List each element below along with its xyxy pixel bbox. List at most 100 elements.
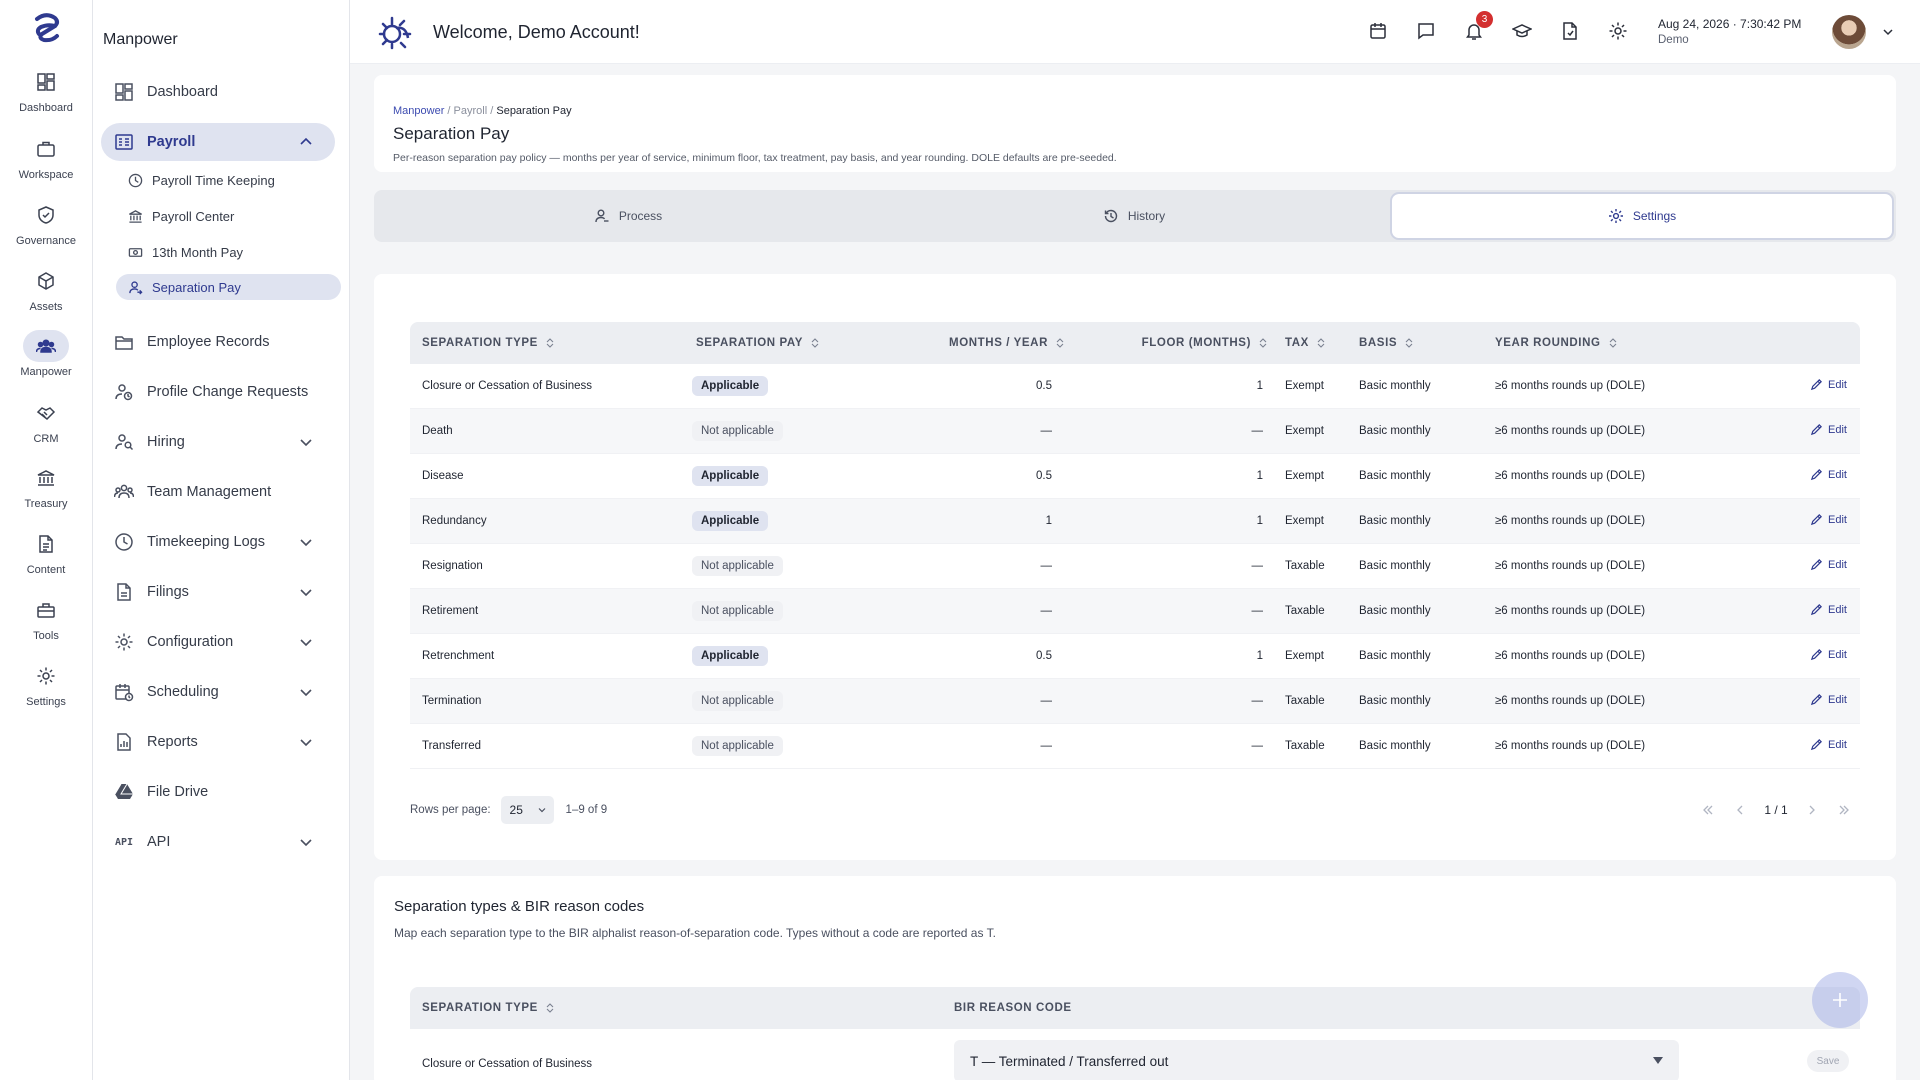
edit-button[interactable]: Edit	[1810, 468, 1847, 481]
page-subtitle: Per-reason separation pay policy — month…	[393, 152, 1117, 164]
rail-item-governance[interactable]: Governance	[0, 199, 92, 247]
edit-button[interactable]: Edit	[1810, 693, 1847, 706]
sidebar-item-profile-change-requests[interactable]: Profile Change Requests	[101, 373, 335, 411]
rail-item-label: Treasury	[24, 498, 68, 510]
sidebar-item-payroll[interactable]: Payroll	[101, 123, 335, 161]
sidebar-item-label: Profile Change Requests	[147, 384, 309, 400]
brand-logo-icon[interactable]	[378, 16, 412, 50]
bir-reason-code-select[interactable]: T — Terminated / Transferred out	[954, 1040, 1679, 1080]
column-header-separation-type[interactable]: SEPARATION TYPE	[410, 337, 684, 349]
edit-button[interactable]: Edit	[1810, 558, 1847, 571]
sidebar-item-reports[interactable]: Reports	[101, 723, 335, 761]
cell-floor-months: —	[1251, 560, 1264, 572]
sidebar-subitem-13th-month-pay[interactable]: 13th Month Pay	[116, 239, 341, 265]
column-header-separation-pay[interactable]: SEPARATION PAY	[684, 337, 874, 349]
edit-button[interactable]: Edit	[1810, 603, 1847, 616]
cell-floor-months: 1	[1256, 515, 1263, 527]
bir-section-subtitle: Map each separation type to the BIR alph…	[394, 926, 996, 940]
tab-settings[interactable]: Settings	[1392, 194, 1892, 238]
cell-basis: Basic monthly	[1359, 470, 1431, 482]
separation-pay-badge: Not applicable	[692, 736, 783, 756]
calendar-icon	[1370, 23, 1386, 39]
documents-button[interactable]	[1560, 21, 1582, 43]
rail-item-label: Dashboard	[19, 102, 73, 114]
sidebar-item-file-drive[interactable]: File Drive	[101, 773, 335, 811]
edit-button[interactable]: Edit	[1810, 738, 1847, 751]
previous-page-button[interactable]	[1724, 796, 1756, 824]
avatar[interactable]	[1832, 15, 1866, 49]
sidebar-item-label: Dashboard	[147, 84, 218, 100]
learning-button[interactable]	[1511, 21, 1534, 43]
rail-item-dashboard[interactable]: Dashboard	[0, 66, 92, 114]
column-header-basis[interactable]: BASIS	[1359, 337, 1495, 349]
column-header-year-rounding[interactable]: YEAR ROUNDING	[1495, 337, 1755, 349]
cash-icon	[126, 243, 144, 261]
rail-item-crm[interactable]: CRM	[0, 397, 92, 445]
rail-item-assets[interactable]: Assets	[0, 265, 92, 313]
edit-button[interactable]: Edit	[1810, 423, 1847, 436]
edit-button[interactable]: Edit	[1810, 648, 1847, 661]
column-header-separation-type[interactable]: SEPARATION TYPE	[410, 1002, 954, 1014]
tab-process[interactable]: Process	[378, 194, 878, 238]
app-logo-icon[interactable]	[28, 10, 64, 46]
rail-item-settings[interactable]: Settings	[0, 660, 92, 708]
sidebar-item-scheduling[interactable]: Scheduling	[101, 673, 335, 711]
rail-item-tools[interactable]: Tools	[0, 594, 92, 642]
cell-tax: Exempt	[1285, 380, 1324, 392]
rail-item-treasury[interactable]: Treasury	[0, 462, 92, 510]
sidebar-item-label: Scheduling	[147, 684, 219, 700]
sidebar-subitem-payroll-time-keeping[interactable]: Payroll Time Keeping	[116, 167, 341, 193]
messages-button[interactable]	[1416, 21, 1438, 43]
cell-year-rounding: ≥6 months rounds up (DOLE)	[1495, 650, 1646, 662]
next-page-button[interactable]	[1796, 796, 1828, 824]
breadcrumb-separator: /	[447, 105, 451, 117]
breadcrumb-current: Separation Pay	[496, 105, 572, 117]
sidebar-item-team-management[interactable]: Team Management	[101, 473, 335, 511]
column-header-floor-months[interactable]: FLOOR (MONTHS)	[1064, 337, 1267, 349]
rows-per-page-select[interactable]: 25	[500, 796, 554, 824]
cell-year-rounding: ≥6 months rounds up (DOLE)	[1495, 740, 1646, 752]
rail-item-content[interactable]: Content	[0, 528, 92, 576]
add-fab-button[interactable]	[1812, 972, 1868, 1028]
column-header-months-per-year[interactable]: MONTHS / YEAR	[874, 337, 1064, 349]
cell-tax: Exempt	[1285, 650, 1324, 662]
save-button[interactable]: Save	[1807, 1050, 1849, 1072]
settings-button[interactable]	[1608, 21, 1630, 43]
rail-item-workspace[interactable]: Workspace	[0, 133, 92, 181]
last-page-button[interactable]	[1828, 796, 1860, 824]
sidebar-item-employee-records[interactable]: Employee Records	[101, 323, 335, 361]
sidebar-item-filings[interactable]: Filings	[101, 573, 335, 611]
calendar-button[interactable]	[1368, 21, 1390, 43]
pager: 1 / 1	[1692, 793, 1860, 827]
cell-separation-type: Retrenchment	[422, 650, 495, 662]
sidebar-item-hiring[interactable]: Hiring	[101, 423, 335, 461]
cell-separation-type: Retirement	[422, 605, 479, 617]
notification-count-badge: 3	[1476, 11, 1493, 28]
chevron-down-icon	[300, 639, 312, 647]
table-header: SEPARATION TYPE BIR REASON CODE	[410, 987, 1860, 1029]
sidebar-subitem-label: Payroll Time Keeping	[152, 172, 275, 188]
rail-item-manpower[interactable]: Manpower	[0, 330, 92, 378]
breadcrumb-manpower[interactable]: Manpower	[393, 105, 444, 117]
sidebar-item-api[interactable]: API API	[101, 823, 335, 861]
sort-icon	[1259, 338, 1267, 348]
cell-separation-type: Termination	[422, 695, 482, 707]
breadcrumb-payroll[interactable]: Payroll	[454, 105, 488, 117]
sidebar-subitem-separation-pay[interactable]: Separation Pay	[116, 274, 341, 300]
cell-year-rounding: ≥6 months rounds up (DOLE)	[1495, 605, 1646, 617]
team-icon	[114, 484, 134, 499]
sidebar-item-timekeeping-logs[interactable]: Timekeeping Logs	[101, 523, 335, 561]
sidebar-item-dashboard[interactable]: Dashboard	[101, 73, 335, 111]
cell-basis: Basic monthly	[1359, 560, 1431, 572]
sidebar-subitem-payroll-center[interactable]: Payroll Center	[116, 203, 341, 229]
chevron-down-icon[interactable]	[1882, 26, 1894, 38]
column-header-tax[interactable]: TAX	[1267, 337, 1359, 349]
notifications-button[interactable]: 3	[1464, 11, 1493, 43]
edit-button[interactable]: Edit	[1810, 513, 1847, 526]
rail-item-label: Manpower	[20, 366, 72, 378]
first-page-button[interactable]	[1692, 796, 1724, 824]
tab-history[interactable]: History	[884, 194, 1384, 238]
sidebar-item-configuration[interactable]: Configuration	[101, 623, 335, 661]
edit-button[interactable]: Edit	[1810, 378, 1847, 391]
pencil-icon	[1810, 604, 1823, 616]
